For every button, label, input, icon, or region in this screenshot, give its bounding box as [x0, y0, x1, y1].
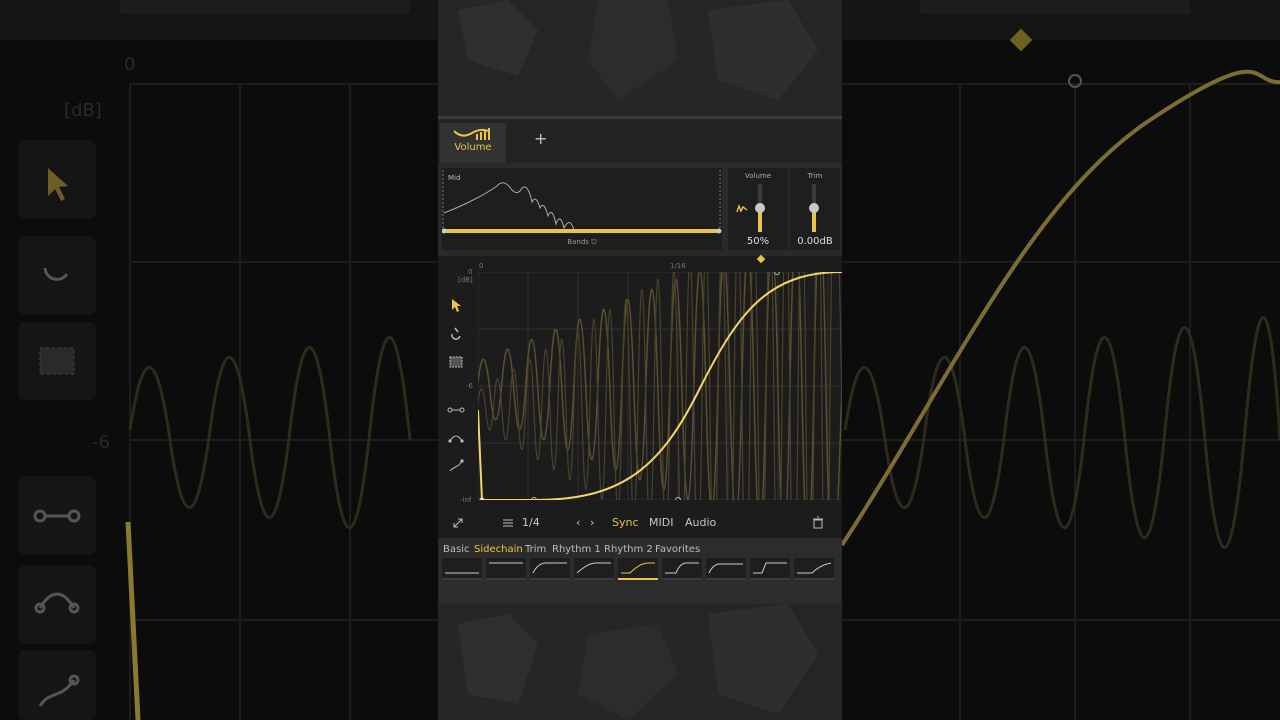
trim-slider-knob[interactable] [809, 203, 819, 213]
volume-mode-icon[interactable] [736, 204, 748, 214]
next-rate-icon[interactable]: › [590, 516, 594, 529]
volume-fader: Volume 50% [728, 168, 788, 250]
graph-x-mid: 1/16 [670, 262, 686, 270]
background-y-mid: -6 [92, 432, 110, 453]
bands-label: Bands [567, 238, 589, 246]
volume-fader-label: Volume [744, 172, 772, 180]
preset-tab-rhythm-2[interactable]: Rhythm 2 [604, 544, 653, 555]
graph-y-mid: -6 [466, 382, 473, 390]
preset-shape-rise-4[interactable] [706, 558, 746, 580]
preset-tab-favorites[interactable]: Favorites [655, 544, 700, 555]
prev-rate-icon[interactable]: ‹ [576, 516, 580, 529]
plugin-panel: Volume + Mid Bands ⎋ Volume 50% Trim 0.0… [438, 0, 842, 720]
band-spectrum: Mid Bands ⎋ [442, 168, 722, 250]
s-curve-tool-icon[interactable] [446, 456, 466, 476]
preset-shape-selected[interactable] [618, 558, 658, 580]
grid-menu-icon[interactable] [502, 517, 514, 529]
preset-shape-rise-1[interactable] [530, 558, 570, 580]
sync-button[interactable]: Sync [612, 516, 639, 529]
volume-slider[interactable] [755, 184, 765, 232]
graph-y-bottom: -inf [460, 496, 472, 504]
editor-bottombar: 1/4 ‹ › Sync MIDI Audio [438, 510, 842, 538]
pointer-tool-icon[interactable] [446, 296, 466, 316]
volume-value: 50% [746, 236, 770, 247]
bands-button[interactable]: Bands ⎋ [442, 238, 722, 247]
midi-button[interactable]: MIDI [649, 516, 673, 529]
preset-shape-rise-6[interactable] [794, 558, 834, 580]
preset-browser: Basic Sidechain Trim Rhythm 1 Rhythm 2 F… [438, 540, 842, 604]
headphones-icon[interactable]: ⎋ [591, 238, 597, 246]
tab-volume-label: Volume [454, 142, 492, 153]
playhead-marker-icon[interactable] [756, 254, 766, 264]
curve-tool-icon[interactable] [446, 428, 466, 448]
line-tool-icon[interactable] [446, 400, 466, 420]
background-y-unit: [dB] [64, 100, 102, 121]
preset-shape-rise-3[interactable] [662, 558, 702, 580]
volume-slider-knob[interactable] [755, 203, 765, 213]
preset-tab-rhythm-1[interactable]: Rhythm 1 [552, 544, 601, 555]
envelope-editor: 0 [dB] -6 -inf 0 1/16 [438, 254, 842, 510]
preset-shape-rise-5[interactable] [750, 558, 790, 580]
tab-volume[interactable]: Volume [440, 123, 506, 163]
add-module-button[interactable]: + [534, 129, 547, 148]
preset-tab-trim[interactable]: Trim [525, 544, 546, 555]
bottom-backdrop [438, 604, 842, 720]
audio-button[interactable]: Audio [685, 516, 716, 529]
top-backdrop [438, 0, 842, 116]
graph-y-unit: [dB] [458, 276, 473, 284]
expand-icon[interactable] [452, 517, 464, 529]
preset-tab-sidechain[interactable]: Sidechain [474, 544, 523, 555]
module-tabbar: Volume + [438, 116, 842, 163]
output-faders: Volume 50% Trim 0.00dB [728, 168, 840, 250]
envelope-node[interactable] [479, 497, 485, 501]
preset-tab-basic[interactable]: Basic [443, 544, 469, 555]
preset-shape-flat[interactable] [442, 558, 482, 580]
graph-x-start: 0 [479, 262, 484, 270]
trim-fader-label: Trim [807, 172, 823, 180]
magnet-tool-icon[interactable] [446, 324, 466, 344]
preset-shape-rise-2[interactable] [574, 558, 614, 580]
preset-shape-high[interactable] [486, 558, 526, 580]
select-area-tool-icon[interactable] [446, 352, 466, 372]
trash-icon[interactable] [812, 516, 824, 529]
graph-y-top: 0 [468, 268, 473, 276]
trim-slider[interactable] [809, 184, 819, 232]
background-y-top: 0 [124, 54, 136, 75]
rate-value[interactable]: 1/4 [522, 516, 540, 529]
volume-wave-icon [453, 128, 490, 140]
envelope-graph[interactable] [478, 272, 842, 500]
trim-fader: Trim 0.00dB [790, 168, 840, 250]
trim-value: 0.00dB [797, 236, 833, 247]
